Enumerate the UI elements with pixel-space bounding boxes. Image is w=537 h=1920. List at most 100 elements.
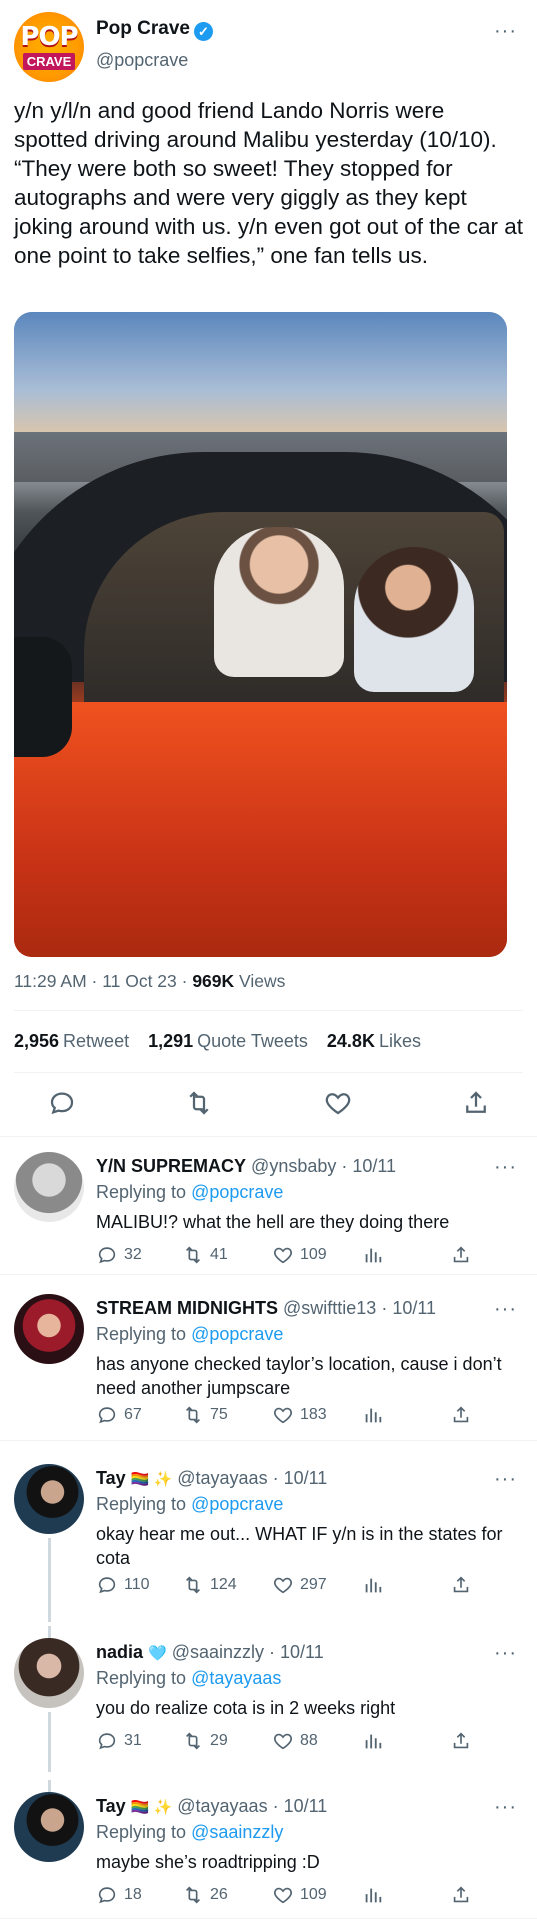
like-action[interactable]: 297	[272, 1574, 327, 1596]
retweet-action[interactable]: 124	[182, 1574, 237, 1596]
author-name[interactable]: Pop Crave ✓	[96, 18, 213, 41]
replying-to-label: Replying to	[96, 1822, 192, 1842]
reply-avatar[interactable]	[14, 1294, 84, 1364]
retweet-action[interactable]: 75	[182, 1404, 228, 1426]
like-icon[interactable]	[323, 1088, 353, 1118]
reply-avatar[interactable]	[14, 1152, 84, 1222]
reply-author-name[interactable]: Tay	[96, 1796, 126, 1816]
analytics-action[interactable]	[362, 1730, 384, 1752]
retweet-icon[interactable]	[182, 1244, 204, 1266]
replying-to-handle[interactable]: @tayayaas	[191, 1668, 281, 1688]
share-action[interactable]	[450, 1404, 472, 1426]
retweets-stat[interactable]: 2,956 Retweet	[14, 1031, 129, 1051]
reply-avatar[interactable]	[14, 1792, 84, 1862]
reply-icon[interactable]	[47, 1088, 77, 1118]
author-name-text[interactable]: Pop Crave	[96, 18, 190, 39]
retweet-icon[interactable]	[182, 1884, 204, 1906]
retweet-icon[interactable]	[182, 1404, 204, 1426]
share-icon[interactable]	[450, 1730, 472, 1752]
reply-author-handle[interactable]: @tayayaas · 10/11	[177, 1468, 327, 1488]
more-options-icon[interactable]: ···	[494, 1642, 517, 1665]
reply-action[interactable]: 18	[96, 1884, 142, 1906]
reply-count: 110	[124, 1576, 150, 1593]
share-action[interactable]	[450, 1730, 472, 1752]
retweet-action[interactable]: 41	[182, 1244, 228, 1266]
reply-tweet[interactable]: Y/N SUPREMACY @ynsbaby · 10/11 ··· Replyin…	[0, 1140, 537, 1276]
reply-icon[interactable]	[96, 1244, 118, 1266]
analytics-icon[interactable]	[362, 1574, 384, 1596]
reply-avatar[interactable]	[14, 1464, 84, 1534]
like-icon[interactable]	[272, 1404, 294, 1426]
share-icon[interactable]	[450, 1574, 472, 1596]
retweet-icon[interactable]	[182, 1730, 204, 1752]
tweet-text: y/n y/l/n and good friend Lando Norris w…	[14, 98, 524, 268]
reply-icon[interactable]	[96, 1574, 118, 1596]
reply-author-handle[interactable]: @saainzzly · 10/11	[172, 1642, 324, 1662]
replying-to-handle[interactable]: @popcrave	[191, 1494, 283, 1514]
reply-action[interactable]: 31	[96, 1730, 142, 1752]
retweet-action[interactable]: 29	[182, 1730, 228, 1752]
reply-author-name[interactable]: STREAM MIDNIGHTS	[96, 1298, 278, 1318]
reply-icon[interactable]	[96, 1404, 118, 1426]
reply-author-handle[interactable]: @swifttie13 · 10/11	[283, 1298, 436, 1318]
tweet-photo[interactable]	[14, 312, 507, 957]
analytics-icon[interactable]	[362, 1730, 384, 1752]
more-options-icon[interactable]: ···	[494, 1156, 517, 1179]
tweet-timestamp[interactable]: 11:29 AM · 11 Oct 23 ·	[14, 971, 192, 991]
author-handle[interactable]: @popcrave	[96, 50, 188, 71]
share-icon[interactable]	[450, 1244, 472, 1266]
reply-tweet[interactable]: STREAM MIDNIGHTS @swifttie13 · 10/11 ··· R…	[0, 1282, 537, 1442]
replying-to-handle[interactable]: @popcrave	[191, 1182, 283, 1202]
like-icon[interactable]	[272, 1730, 294, 1752]
reply-author-name[interactable]: Tay	[96, 1468, 126, 1488]
reply-tweet[interactable]: Tay 🏳️‍🌈 ✨ @tayayaas · 10/11 ··· Replying …	[0, 1452, 537, 1622]
more-options-icon[interactable]: ···	[494, 1796, 517, 1819]
reply-icon[interactable]	[96, 1730, 118, 1752]
more-options-icon[interactable]: ···	[494, 1468, 517, 1491]
like-icon[interactable]	[272, 1244, 294, 1266]
analytics-action[interactable]	[362, 1574, 384, 1596]
quotes-stat[interactable]: 1,291 Quote Tweets	[148, 1031, 308, 1051]
replying-to-label: Replying to	[96, 1668, 192, 1688]
share-action[interactable]	[450, 1884, 472, 1906]
reply-author-handle[interactable]: @tayayaas · 10/11	[177, 1796, 327, 1816]
reply-author-handle[interactable]: @ynsbaby · 10/11	[251, 1156, 396, 1176]
like-action[interactable]: 109	[272, 1244, 327, 1266]
likes-stat[interactable]: 24.8K Likes	[327, 1031, 421, 1051]
reply-icon[interactable]	[96, 1884, 118, 1906]
engagement-stats: 2,956 Retweet 1,291 Quote Tweets 24.8K Like…	[14, 1031, 421, 1052]
reply-action[interactable]: 32	[96, 1244, 142, 1266]
analytics-icon[interactable]	[362, 1244, 384, 1266]
retweet-icon[interactable]	[184, 1088, 214, 1118]
share-icon[interactable]	[450, 1884, 472, 1906]
more-options-icon[interactable]: ···	[494, 20, 517, 43]
analytics-action[interactable]	[362, 1884, 384, 1906]
like-icon[interactable]	[272, 1574, 294, 1596]
reply-avatar[interactable]	[14, 1638, 84, 1708]
retweet-icon[interactable]	[182, 1574, 204, 1596]
share-icon[interactable]	[450, 1404, 472, 1426]
share-icon[interactable]	[461, 1088, 491, 1118]
reply-tweet[interactable]: nadia 🩵 @saainzzly · 10/11 ··· Replying to…	[0, 1626, 537, 1772]
share-action[interactable]	[450, 1244, 472, 1266]
name-emoji: 🩵	[148, 1645, 167, 1662]
more-options-icon[interactable]: ···	[494, 1298, 517, 1321]
replying-to-handle[interactable]: @saainzzly	[191, 1822, 283, 1842]
reply-action[interactable]: 110	[96, 1574, 150, 1596]
like-action[interactable]: 109	[272, 1884, 327, 1906]
analytics-action[interactable]	[362, 1404, 384, 1426]
retweet-action[interactable]: 26	[182, 1884, 228, 1906]
like-icon[interactable]	[272, 1884, 294, 1906]
share-action[interactable]	[450, 1574, 472, 1596]
reply-tweet[interactable]: Tay 🏳️‍🌈 ✨ @tayayaas · 10/11 ··· Replying …	[0, 1780, 537, 1920]
like-action[interactable]: 183	[272, 1404, 327, 1426]
reply-action[interactable]: 67	[96, 1404, 142, 1426]
reply-author-name[interactable]: Y/N SUPREMACY	[96, 1156, 246, 1176]
reply-author-name[interactable]: nadia	[96, 1642, 143, 1662]
replying-to-handle[interactable]: @popcrave	[191, 1324, 283, 1344]
analytics-action[interactable]	[362, 1244, 384, 1266]
author-avatar[interactable]: POP CRAVE	[14, 12, 84, 82]
analytics-icon[interactable]	[362, 1884, 384, 1906]
analytics-icon[interactable]	[362, 1404, 384, 1426]
like-action[interactable]: 88	[272, 1730, 318, 1752]
